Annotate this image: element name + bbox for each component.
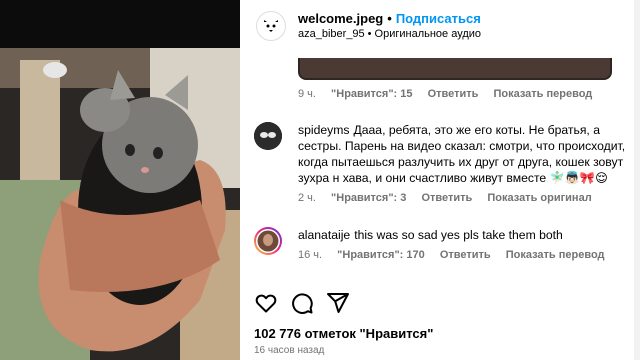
comment-item: spideyms Дааа, ребята, это же его коты. Н… bbox=[254, 122, 626, 204]
author-avatar[interactable] bbox=[256, 11, 286, 41]
comment-likes[interactable]: "Нравится": 15 bbox=[331, 88, 412, 100]
comment-time: 9 ч. bbox=[298, 88, 316, 100]
follow-button[interactable]: Подписаться bbox=[396, 11, 481, 26]
video-frame bbox=[0, 0, 240, 360]
paper-plane-icon[interactable] bbox=[326, 291, 350, 315]
person-avatar-icon bbox=[256, 229, 280, 253]
audio-label[interactable]: Оригинальное аудио bbox=[375, 28, 482, 40]
comment-time: 16 ч. bbox=[298, 249, 323, 261]
comment-likes[interactable]: "Нравится": 3 bbox=[331, 192, 406, 204]
comment-body: alanataije this was so sad yes pls take t… bbox=[298, 227, 626, 243]
reply-button[interactable]: Ответить bbox=[421, 192, 472, 204]
heart-icon[interactable] bbox=[254, 291, 278, 315]
reply-button[interactable]: Ответить bbox=[428, 88, 479, 100]
comment-meta-row: 16 ч. "Нравится": 170 Ответить Показать … bbox=[298, 249, 626, 261]
comment-username[interactable]: alanataije bbox=[298, 228, 350, 242]
reply-button[interactable]: Ответить bbox=[440, 249, 491, 261]
separator-dot: • bbox=[387, 11, 392, 26]
scrollbar[interactable] bbox=[634, 0, 640, 360]
commenter-avatar[interactable] bbox=[254, 122, 282, 150]
comment-item: alanataije this was so sad yes pls take t… bbox=[254, 227, 626, 261]
comment-body: spideyms Дааа, ребята, это же его коты. Н… bbox=[298, 122, 626, 186]
author-username[interactable]: welcome.jpeg bbox=[298, 11, 383, 26]
translate-button[interactable]: Показать перевод bbox=[506, 249, 605, 261]
separator-dot: • bbox=[367, 28, 372, 40]
face-logo-icon bbox=[264, 20, 278, 32]
embedded-image-preview bbox=[298, 58, 612, 80]
post-panel: welcome.jpeg • Подписаться aza_biber_95 • Ор… bbox=[240, 0, 640, 360]
comment-meta-row: 2 ч. "Нравится": 3 Ответить Показать ори… bbox=[298, 192, 626, 204]
action-bar bbox=[240, 284, 640, 324]
comment-text: this was so sad yes pls take them both bbox=[354, 228, 563, 242]
commenter-avatar[interactable] bbox=[254, 227, 282, 255]
comment-likes[interactable]: "Нравится": 170 bbox=[337, 249, 425, 261]
audio-username[interactable]: aza_biber_95 bbox=[298, 28, 365, 40]
post-video[interactable] bbox=[0, 0, 240, 360]
comment-time: 2 ч. bbox=[298, 192, 316, 204]
comment-username[interactable]: spideyms bbox=[298, 123, 349, 137]
spider-avatar-icon bbox=[254, 122, 282, 150]
comment-meta-row: 9 ч. "Нравится": 15 Ответить Показать пе… bbox=[298, 88, 604, 100]
likes-count[interactable]: 102 776 отметок "Нравится" bbox=[254, 326, 433, 341]
post-header: welcome.jpeg • Подписаться aza_biber_95 • Ор… bbox=[240, 0, 640, 52]
comments-list[interactable]: 9 ч. "Нравится": 15 Ответить Показать пе… bbox=[240, 52, 640, 282]
comment-bubble-icon[interactable] bbox=[290, 291, 314, 315]
post-timestamp: 16 часов назад bbox=[254, 345, 325, 356]
translate-button[interactable]: Показать перевод bbox=[493, 88, 592, 100]
translate-button[interactable]: Показать оригинал bbox=[487, 192, 591, 204]
